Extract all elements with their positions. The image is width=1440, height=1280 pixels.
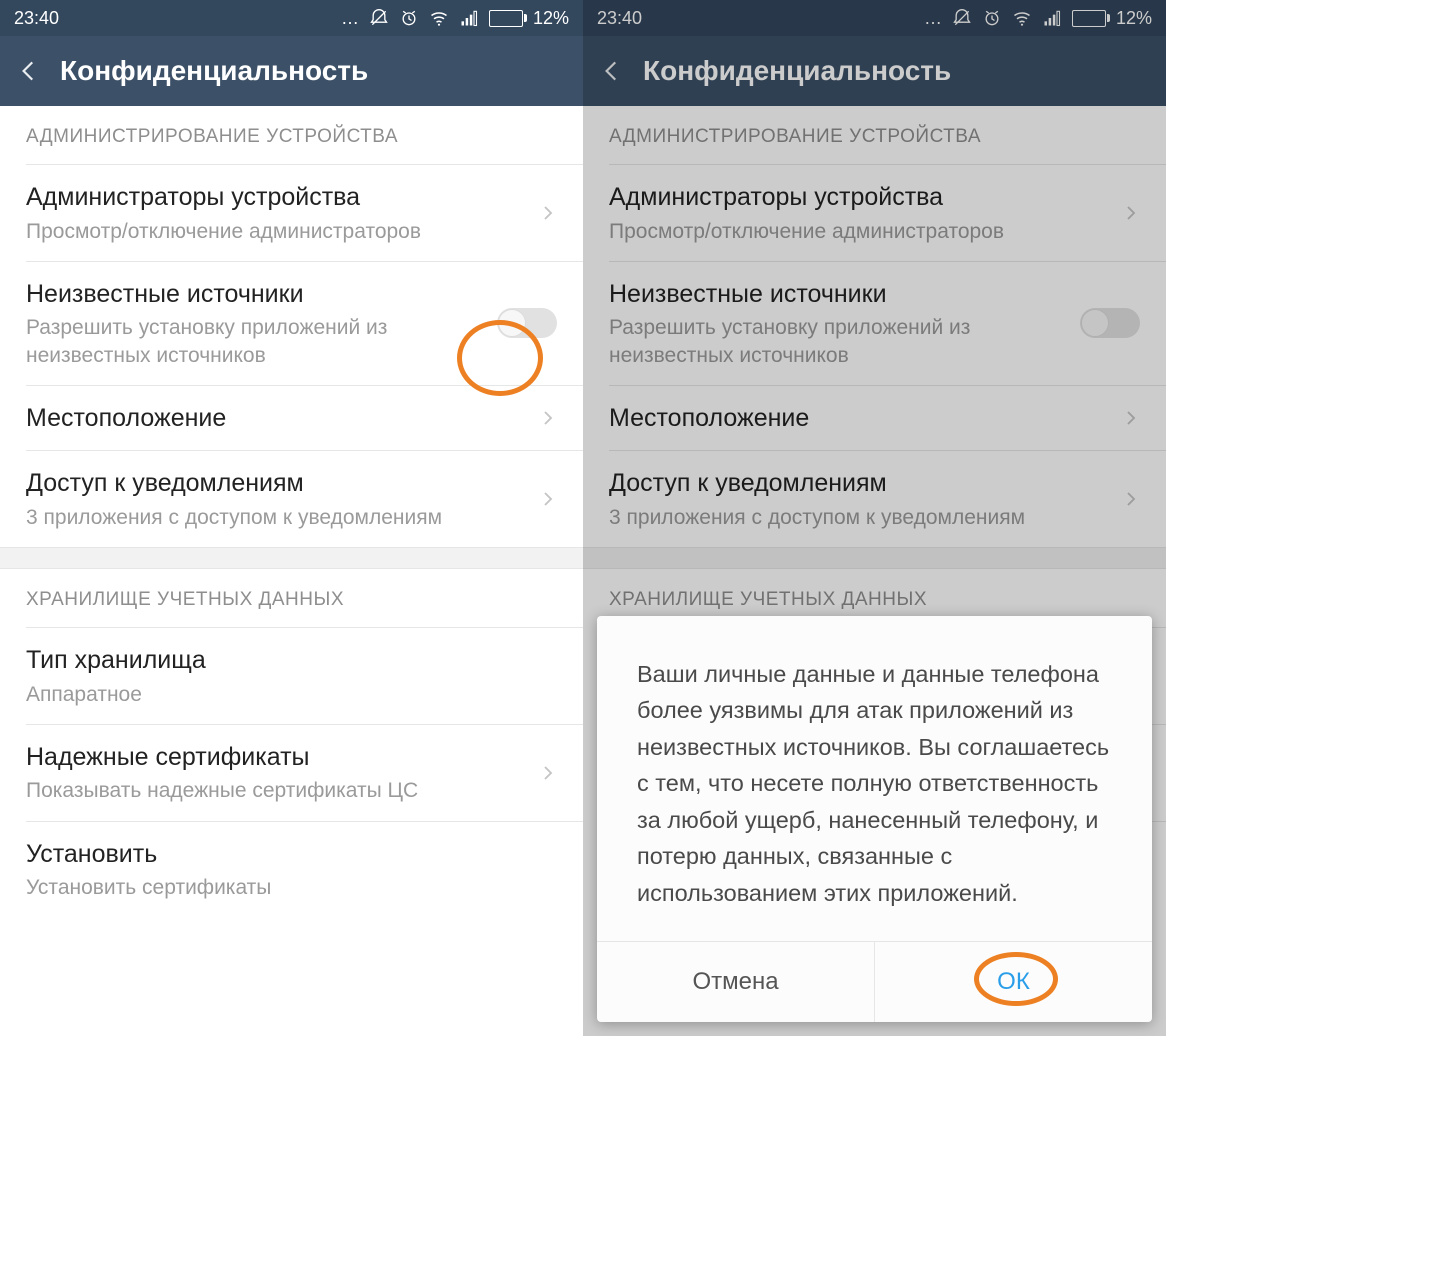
battery-pct: 12% bbox=[533, 8, 569, 29]
row-subtitle: 3 приложения с доступом к уведомлениям bbox=[26, 504, 525, 531]
page-title: Конфиденциальность bbox=[60, 55, 368, 87]
chevron-right-icon bbox=[539, 490, 557, 508]
dialog-text: Ваши личные данные и данные телефона бол… bbox=[597, 616, 1152, 941]
toggle-unknown-sources[interactable] bbox=[497, 308, 557, 338]
more-icon: … bbox=[341, 8, 359, 29]
status-time: 23:40 bbox=[14, 8, 59, 29]
status-icons: … 12% bbox=[341, 8, 569, 29]
alarm-icon bbox=[399, 8, 419, 28]
row-title: Администраторы устройства bbox=[26, 181, 525, 214]
ok-button[interactable]: ОК bbox=[874, 942, 1152, 1022]
row-title: Неизвестные источники bbox=[26, 278, 483, 311]
row-trusted-certs[interactable]: Надежные сертификаты Показывать надежные… bbox=[0, 725, 583, 821]
row-unknown-sources[interactable]: Неизвестные источники Разрешить установк… bbox=[0, 262, 583, 385]
row-location[interactable]: Местоположение bbox=[0, 386, 583, 451]
row-subtitle: Просмотр/отключение администраторов bbox=[26, 218, 525, 245]
section-storage-header: ХРАНИЛИЩЕ УЧЕТНЫХ ДАННЫХ bbox=[0, 569, 583, 627]
screen-right: 23:40 … 12% Конфиденциальность АДМИНИСТР… bbox=[583, 0, 1166, 1036]
row-title: Надежные сертификаты bbox=[26, 741, 525, 774]
row-title: Местоположение bbox=[26, 402, 525, 435]
row-title: Установить bbox=[26, 838, 557, 871]
chevron-right-icon bbox=[539, 409, 557, 427]
row-storage-type[interactable]: Тип хранилища Аппаратное bbox=[0, 628, 583, 724]
chevron-right-icon bbox=[539, 764, 557, 782]
settings-content: АДМИНИСТРИРОВАНИЕ УСТРОЙСТВА Администрат… bbox=[0, 106, 583, 918]
screen-left: 23:40 … 12% Конфиденциальность АДМИНИСТР… bbox=[0, 0, 583, 1036]
signal-icon bbox=[459, 8, 479, 28]
row-title: Тип хранилища bbox=[26, 644, 557, 677]
confirm-dialog: Ваши личные данные и данные телефона бол… bbox=[597, 616, 1152, 1022]
back-icon[interactable] bbox=[16, 58, 42, 84]
row-device-admins[interactable]: Администраторы устройства Просмотр/отклю… bbox=[0, 165, 583, 261]
battery-icon bbox=[489, 10, 523, 27]
chevron-right-icon bbox=[539, 204, 557, 222]
row-subtitle: Аппаратное bbox=[26, 681, 557, 708]
section-admin-header: АДМИНИСТРИРОВАНИЕ УСТРОЙСТВА bbox=[0, 106, 583, 164]
row-subtitle: Показывать надежные сертификаты ЦС bbox=[26, 777, 525, 804]
row-subtitle: Установить сертификаты bbox=[26, 874, 557, 901]
cancel-button[interactable]: Отмена bbox=[597, 942, 874, 1022]
wifi-icon bbox=[429, 8, 449, 28]
row-subtitle: Разрешить установку приложений из неизве… bbox=[26, 314, 483, 369]
status-bar: 23:40 … 12% bbox=[0, 0, 583, 36]
row-title: Доступ к уведомлениям bbox=[26, 467, 525, 500]
dnd-icon bbox=[369, 8, 389, 28]
row-notifications-access[interactable]: Доступ к уведомлениям 3 приложения с дос… bbox=[0, 451, 583, 547]
title-bar: Конфиденциальность bbox=[0, 36, 583, 106]
row-install-cert[interactable]: Установить Установить сертификаты bbox=[0, 822, 583, 918]
